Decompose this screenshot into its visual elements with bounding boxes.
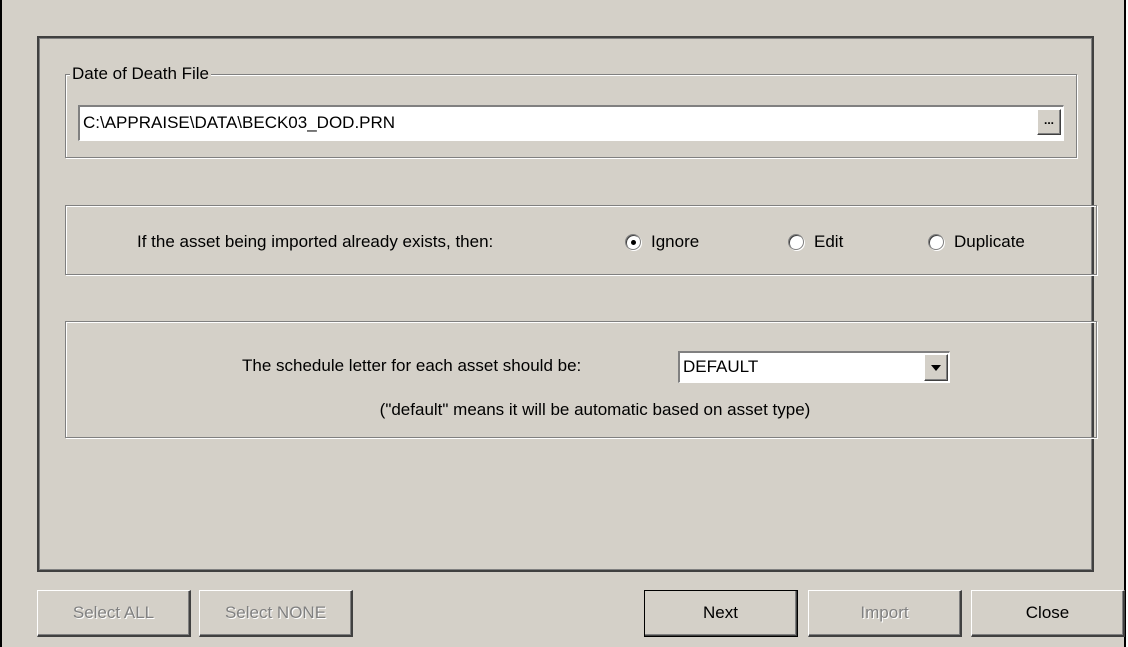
next-button[interactable]: Next <box>644 590 798 637</box>
date-of-death-legend: Date of Death File <box>70 64 212 84</box>
schedule-letter-select[interactable]: DEFAULT <box>678 351 950 383</box>
select-none-button[interactable]: Select NONE <box>199 590 353 637</box>
radio-duplicate-label: Duplicate <box>954 232 1025 251</box>
existing-asset-prompt: If the asset being imported already exis… <box>137 232 494 251</box>
browse-button[interactable]: ... <box>1037 109 1061 135</box>
dod-file-path-input[interactable] <box>81 108 1015 138</box>
main-panel: Date of Death File ... If the asset bein… <box>37 36 1097 572</box>
import-dialog: Date of Death File ... If the asset bein… <box>0 0 1126 647</box>
dod-file-path-field[interactable]: ... <box>78 105 1064 141</box>
import-button[interactable]: Import <box>808 590 962 637</box>
radio-duplicate-indicator[interactable] <box>928 234 944 250</box>
schedule-letter-label: The schedule letter for each asset shoul… <box>242 356 582 375</box>
schedule-dropdown-button[interactable] <box>924 354 948 381</box>
date-of-death-group: Date of Death File ... <box>65 64 1077 158</box>
schedule-letter-note: ("default" means it will be automatic ba… <box>379 400 811 419</box>
radio-edit-label: Edit <box>814 232 844 251</box>
select-all-button[interactable]: Select ALL <box>37 590 191 637</box>
radio-ignore-label: Ignore <box>651 232 700 251</box>
existing-asset-group: If the asset being imported already exis… <box>65 205 1097 275</box>
radio-ignore-indicator[interactable] <box>625 234 641 250</box>
radio-edit[interactable]: Edit <box>788 231 843 253</box>
chevron-down-icon <box>931 364 941 371</box>
close-button[interactable]: Close <box>971 590 1125 637</box>
schedule-letter-value: DEFAULT <box>683 357 759 376</box>
radio-duplicate[interactable]: Duplicate <box>928 231 1025 253</box>
radio-ignore[interactable]: Ignore <box>625 231 699 253</box>
radio-edit-indicator[interactable] <box>788 234 804 250</box>
schedule-letter-group: The schedule letter for each asset shoul… <box>65 321 1097 438</box>
